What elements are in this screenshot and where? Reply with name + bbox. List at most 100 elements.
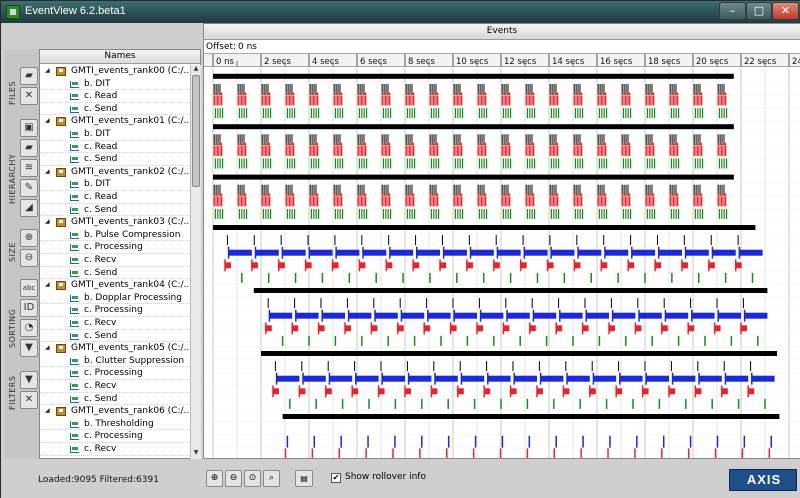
tree-event-row[interactable]: c. Recv	[40, 443, 190, 456]
collapse-triangle-icon[interactable]: ◢	[45, 279, 50, 292]
tree-event-row[interactable]: c. Recv	[40, 254, 190, 267]
names-vertical-scrollbar[interactable]: ▲ ▼	[190, 65, 201, 459]
names-tree: ◢ GMTI_events_rank00 (C:/... b. DIT c. Read…	[40, 65, 190, 459]
zoom-reset-button[interactable]: ⌕	[263, 470, 280, 487]
tree-event-row[interactable]: b. DIT	[40, 178, 190, 191]
tree-event-row[interactable]: c. Processing	[40, 367, 190, 380]
tree-event-row[interactable]: b. Thresholding	[40, 418, 190, 431]
tree-rank-row[interactable]: ◢ GMTI_events_rank04 (C:/...	[40, 279, 190, 292]
database-icon	[56, 407, 66, 417]
rank-span-bar	[282, 414, 780, 419]
app-window: EventView 6.2.beta1 – □ ✕ FILES ▰ ✕ HIERARC…	[0, 0, 800, 498]
processing-bar	[382, 375, 405, 382]
tree-event-row[interactable]: c. Recv	[40, 380, 190, 393]
sort-abc-button[interactable]: abc	[20, 279, 38, 297]
tree-event-row[interactable]: b. Pulse Compression	[40, 229, 190, 242]
tree-rank-row[interactable]: ◢ GMTI_events_rank01 (C:/...	[40, 115, 190, 128]
tree-event-row[interactable]: c. Send	[40, 204, 190, 217]
minimize-button[interactable]: –	[719, 2, 746, 20]
recv-block	[714, 325, 721, 332]
scroll-up-icon[interactable]: ▲	[192, 65, 200, 73]
recv-block	[547, 262, 554, 269]
tree-event-row[interactable]: b. DIT	[40, 128, 190, 141]
collapse-triangle-icon[interactable]: ◢	[45, 342, 50, 355]
tree-button[interactable]: ≋	[20, 159, 38, 177]
sort-id-button[interactable]: ID	[20, 299, 38, 317]
tree-rank-row[interactable]: ◢ GMTI_events_rank06 (C:/...	[40, 405, 190, 418]
edit-button[interactable]: ✎	[20, 179, 38, 197]
tree-rank-row[interactable]: ◢ GMTI_events_rank00 (C:/...	[40, 65, 190, 78]
tree-event-row[interactable]: c. Processing	[40, 304, 190, 317]
processing-bar	[355, 375, 379, 382]
recv-block	[371, 325, 378, 332]
recv-block	[450, 325, 457, 332]
zoom-in-time-button[interactable]: ⊕	[206, 470, 223, 487]
tree-event-row[interactable]: b. DIT	[40, 78, 190, 91]
close-x-button[interactable]: ✕	[20, 87, 38, 105]
clear-filter-button[interactable]: ✕	[20, 391, 38, 409]
save-button[interactable]: ▣	[20, 119, 38, 137]
maximize-button[interactable]: □	[746, 2, 772, 20]
tree-rank-row[interactable]: ◢ GMTI_events_rank03 (C:/...	[40, 216, 190, 229]
timeline-icon	[70, 433, 79, 441]
recv-block	[484, 388, 491, 395]
toolbar-section-sorting: SORTING	[8, 308, 17, 348]
timeline-icon	[70, 194, 79, 201]
left-toolbar: FILES ▰ ✕ HIERARCHY ▣ ▰ ≋ ✎ ◢ SIZE ⊕ ⊖ SORTING abc ID ◔…	[5, 49, 39, 459]
collapse-triangle-icon[interactable]: ◢	[45, 166, 50, 179]
filter-button[interactable]: ▼	[20, 371, 38, 389]
rank-span-bar	[253, 288, 768, 293]
tree-event-row[interactable]: c. Processing	[40, 241, 190, 254]
tree-rank-row[interactable]: ◢ GMTI_events_rank05 (C:/...	[40, 342, 190, 355]
save-icon: ▣	[24, 122, 34, 133]
processing-bar	[507, 312, 530, 319]
processing-bar	[631, 249, 656, 256]
recv-block	[273, 388, 279, 395]
eraser-button[interactable]: ◢	[20, 199, 38, 217]
recv-block	[292, 325, 299, 332]
tree-event-row[interactable]: c. Send	[40, 267, 190, 280]
open-folder-button[interactable]: ▰	[20, 67, 38, 85]
tree-rank-row[interactable]: ◢ GMTI_events_rank02 (C:/...	[40, 166, 190, 179]
recv-block	[642, 388, 649, 395]
show-rollover-checkbox[interactable]: ✔	[331, 473, 341, 483]
collapse-triangle-icon[interactable]: ◢	[45, 405, 50, 418]
tree-event-row[interactable]: b. Clutter Suppression	[40, 355, 190, 368]
eraser-icon: ◢	[25, 202, 33, 213]
zoom-out-time-button[interactable]: ⊖	[225, 470, 242, 487]
tree-event-row[interactable]: c. Send	[40, 103, 190, 116]
zoom-fit-button[interactable]: ⊙	[244, 470, 261, 487]
names-scroll-thumb[interactable]	[192, 75, 200, 187]
tree-event-row[interactable]: c. Read	[40, 191, 190, 204]
sort-time-button[interactable]: ◔	[20, 319, 38, 337]
rank-label: GMTI_events_rank02 (C:/...	[71, 166, 190, 177]
collapse-triangle-icon[interactable]: ◢	[45, 115, 50, 128]
tree-event-row[interactable]: c. Send	[40, 330, 190, 343]
tree-event-row[interactable]: b. Dopplar Processing	[40, 292, 190, 305]
event-label: c. Read	[84, 91, 118, 102]
collapse-triangle-icon[interactable]: ◢	[45, 65, 50, 78]
ruler-button[interactable]: ▤	[295, 470, 313, 487]
folder-button[interactable]: ▰	[20, 139, 38, 157]
processing-bar	[612, 312, 636, 319]
tree-event-row[interactable]: c. Processing	[40, 430, 190, 443]
collapse-triangle-icon[interactable]: ◢	[45, 216, 50, 229]
recv-block	[251, 262, 258, 269]
axis-logo: AXIS	[729, 469, 797, 491]
tree-event-row[interactable]: c. Read	[40, 90, 190, 103]
event-label: b. Thresholding	[84, 418, 154, 429]
sort-down-button[interactable]: ▼	[20, 339, 38, 357]
rank-span-bar	[213, 225, 756, 230]
event-timeline-chart[interactable]: 0 ns 2 secs 4 secs 6 secs 8 secs 10 secs 12 se…	[204, 24, 800, 458]
close-button[interactable]: ✕	[772, 2, 799, 20]
zoom-in-button[interactable]: ⊕	[20, 229, 38, 247]
tree-event-row[interactable]: c. Read	[40, 141, 190, 154]
tree-event-row[interactable]: c. Send	[40, 153, 190, 166]
recv-block	[681, 262, 688, 269]
tree-event-row[interactable]: c. Recv	[40, 317, 190, 330]
zoom-out-button[interactable]: ⊖	[20, 249, 38, 267]
scroll-down-icon[interactable]: ▼	[192, 449, 200, 457]
ruler-tick-label: 2 secs	[264, 57, 291, 67]
tree-event-row[interactable]: c. Send	[40, 393, 190, 406]
event-label: b. Pulse Compression	[84, 229, 181, 240]
